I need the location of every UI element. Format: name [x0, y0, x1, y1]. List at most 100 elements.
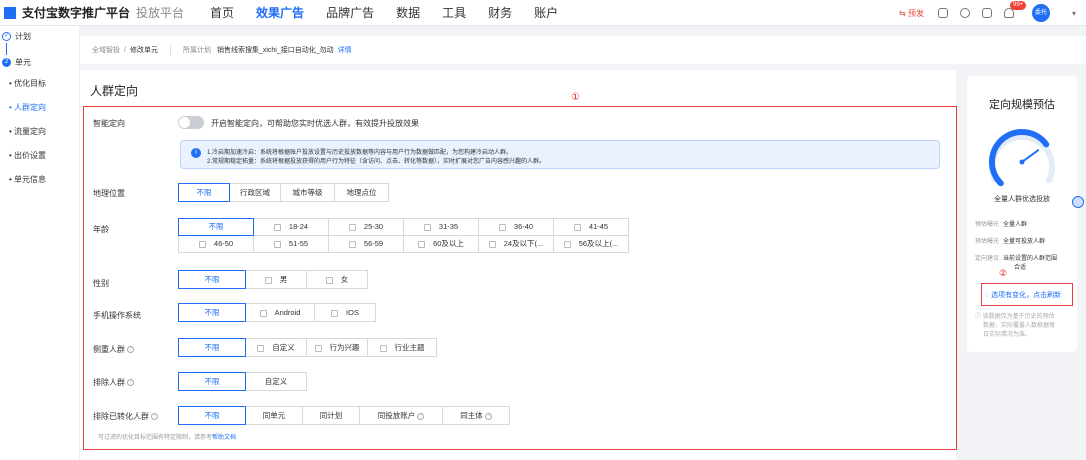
- question-icon[interactable]: ?: [127, 346, 134, 354]
- env-switch[interactable]: ⇆ 预发: [899, 8, 924, 19]
- exclude-converted-text: 排除已转化人群: [93, 412, 149, 421]
- help-doc-link[interactable]: 帮助文档: [212, 435, 236, 441]
- os-option-label: Android: [274, 308, 301, 317]
- info-icon: i: [191, 148, 201, 158]
- os-option-unlimited[interactable]: 不限: [178, 303, 246, 322]
- plan-detail-link[interactable]: 详情: [338, 45, 352, 55]
- gender-option-female[interactable]: 女: [306, 270, 368, 289]
- age-option-label: 51-55: [288, 239, 309, 248]
- nav-account[interactable]: 账户: [534, 4, 558, 21]
- focus-option-industry[interactable]: 行业主题: [367, 338, 437, 357]
- question-icon[interactable]: ?: [484, 412, 492, 420]
- form-layer: 智能定向 开启智能定向，可帮助您实时优选人群，有效提升投放效果 i 1.冷启期加…: [80, 70, 956, 460]
- estimate-value: 全量可投放人群: [1003, 239, 1046, 245]
- checkbox-icon: [418, 240, 426, 248]
- exclude-converted-option-account[interactable]: 同投放账户?: [359, 406, 443, 425]
- exclude-converted-option-plan[interactable]: 同计划: [302, 406, 360, 425]
- calendar-icon[interactable]: [981, 8, 992, 18]
- nav-finance[interactable]: 财务: [488, 4, 512, 21]
- exclude-converted-option-entity[interactable]: 同主体?: [442, 406, 510, 425]
- gender-option-label: 男: [279, 275, 288, 284]
- question-icon[interactable]: ?: [127, 379, 134, 387]
- sidebar-item-audience-targeting[interactable]: • 人群定向: [0, 96, 79, 120]
- mascot-icon[interactable]: [1072, 196, 1084, 208]
- chevron-down-icon[interactable]: ▾: [1072, 9, 1076, 18]
- os-option-android[interactable]: Android: [245, 303, 315, 322]
- checkbox-icon: [498, 223, 506, 231]
- estimate-panel: 定向规模预估 全量人群优选投放 预估曝光 全量人群 预估曝光 全量可投放人群 定向建…: [967, 76, 1077, 352]
- age-option-label: 36-40: [513, 222, 534, 231]
- os-option-ios[interactable]: IOS: [314, 303, 376, 322]
- age-option[interactable]: 46-50: [178, 235, 254, 253]
- geo-option-unlimited[interactable]: 不限: [178, 183, 230, 202]
- gender-option-male[interactable]: 男: [245, 270, 307, 289]
- checkbox-icon: [257, 344, 265, 352]
- age-option[interactable]: 36-40: [478, 218, 554, 236]
- step-unit[interactable]: 2 单元: [0, 55, 79, 69]
- age-option-label: 56及以上(...: [578, 239, 619, 248]
- avatar[interactable]: 委托: [1031, 4, 1050, 22]
- age-option[interactable]: 56-59: [328, 235, 404, 253]
- focus-option-unlimited[interactable]: 不限: [178, 338, 246, 357]
- age-option[interactable]: 18-24: [253, 218, 329, 236]
- brand-sub[interactable]: 投放平台: [136, 4, 184, 21]
- gender-label: 性别: [93, 279, 109, 288]
- geo-option-location[interactable]: 地理点位: [334, 183, 389, 202]
- exclude-converted-option-unlimited[interactable]: 不限: [178, 406, 246, 425]
- age-option[interactable]: 56及以上(...: [553, 235, 629, 253]
- nav-performance-ads[interactable]: 效果广告: [256, 4, 304, 21]
- exclude-converted-option-unit[interactable]: 同单元: [245, 406, 303, 425]
- geo-option-admin-region[interactable]: 行政区域: [229, 183, 281, 202]
- exclude-option-custom[interactable]: 自定义: [245, 372, 307, 391]
- age-option-label: 60及以上: [433, 239, 464, 248]
- sidebar-item-bid-settings[interactable]: • 出价设置: [0, 144, 79, 168]
- estimate-key: 预估曝光: [975, 222, 1000, 228]
- question-icon[interactable]: ?: [151, 413, 158, 421]
- checkbox-icon: [314, 344, 322, 352]
- nav-tools[interactable]: 工具: [442, 4, 466, 21]
- estimate-row: 预估曝光 全量可投放人群: [975, 236, 1045, 245]
- gender-option-label: 女: [340, 275, 349, 284]
- focus-option-custom[interactable]: 自定义: [245, 338, 307, 357]
- breadcrumb-root[interactable]: 全域智投: [92, 45, 120, 55]
- geo-option-city-level[interactable]: 城市等级: [280, 183, 335, 202]
- gender-option-unlimited[interactable]: 不限: [178, 270, 246, 289]
- help-icon[interactable]: [959, 8, 970, 18]
- refresh-link[interactable]: ◌ 选项有变化，点击刷新: [985, 290, 1061, 300]
- plan-name: 销售线索搜集_xichi_接口自动化_勿动: [216, 47, 334, 54]
- annotation-box-2: ◌ 选项有变化，点击刷新: [981, 283, 1073, 306]
- nav-brand-ads[interactable]: 品牌广告: [326, 4, 374, 21]
- exclude-option-unlimited[interactable]: 不限: [178, 372, 246, 391]
- question-icon[interactable]: ?: [417, 412, 425, 420]
- exclude-audience-label: 排除人群?: [93, 377, 134, 388]
- bell-icon[interactable]: 99+: [1003, 1, 1027, 18]
- sidebar-item-traffic-targeting[interactable]: • 流量定向: [0, 120, 79, 144]
- exclude-converted-options: 不限 同单元 同计划 同投放账户? 同主体?: [178, 406, 510, 425]
- age-option[interactable]: 41-45: [553, 218, 629, 236]
- gauge-needle: [1021, 149, 1040, 163]
- age-option-unlimited[interactable]: 不限: [178, 218, 254, 236]
- os-option-label: IOS: [346, 308, 359, 317]
- nav-data[interactable]: 数据: [396, 4, 420, 21]
- age-option[interactable]: 31-35: [403, 218, 479, 236]
- estimate-key: 定向建议: [975, 256, 1000, 262]
- checkbox-icon: [331, 309, 339, 317]
- estimate-value: 全量人群: [1003, 222, 1028, 228]
- nav-home[interactable]: 首页: [210, 4, 234, 21]
- age-option[interactable]: 25-30: [328, 218, 404, 236]
- age-option[interactable]: 51-55: [253, 235, 329, 253]
- smart-targeting-toggle[interactable]: [178, 116, 204, 129]
- sidebar-item-unit-info[interactable]: • 单元信息: [0, 168, 79, 192]
- age-option[interactable]: 24及以下(...: [478, 235, 554, 253]
- os-label: 手机操作系统: [93, 311, 141, 320]
- focus-option-behavior[interactable]: 行为兴趣: [306, 338, 368, 357]
- age-option-label: 18-24: [288, 222, 309, 231]
- age-option[interactable]: 60及以上: [403, 235, 479, 253]
- focus-option-label: 行为兴趣: [329, 343, 360, 352]
- sidebar-item-optimization-goal[interactable]: • 优化目标: [0, 72, 79, 96]
- step-plan[interactable]: ✓ 计划: [0, 29, 79, 43]
- estimate-note: 日实际情况为准。: [983, 332, 1032, 338]
- breadcrumb: 全域智投 / 修改单元 所属计划 销售线索搜集_xichi_接口自动化_勿动 详…: [80, 36, 1086, 64]
- estimate-value: 合适: [1014, 265, 1027, 271]
- tablet-icon[interactable]: [937, 8, 948, 18]
